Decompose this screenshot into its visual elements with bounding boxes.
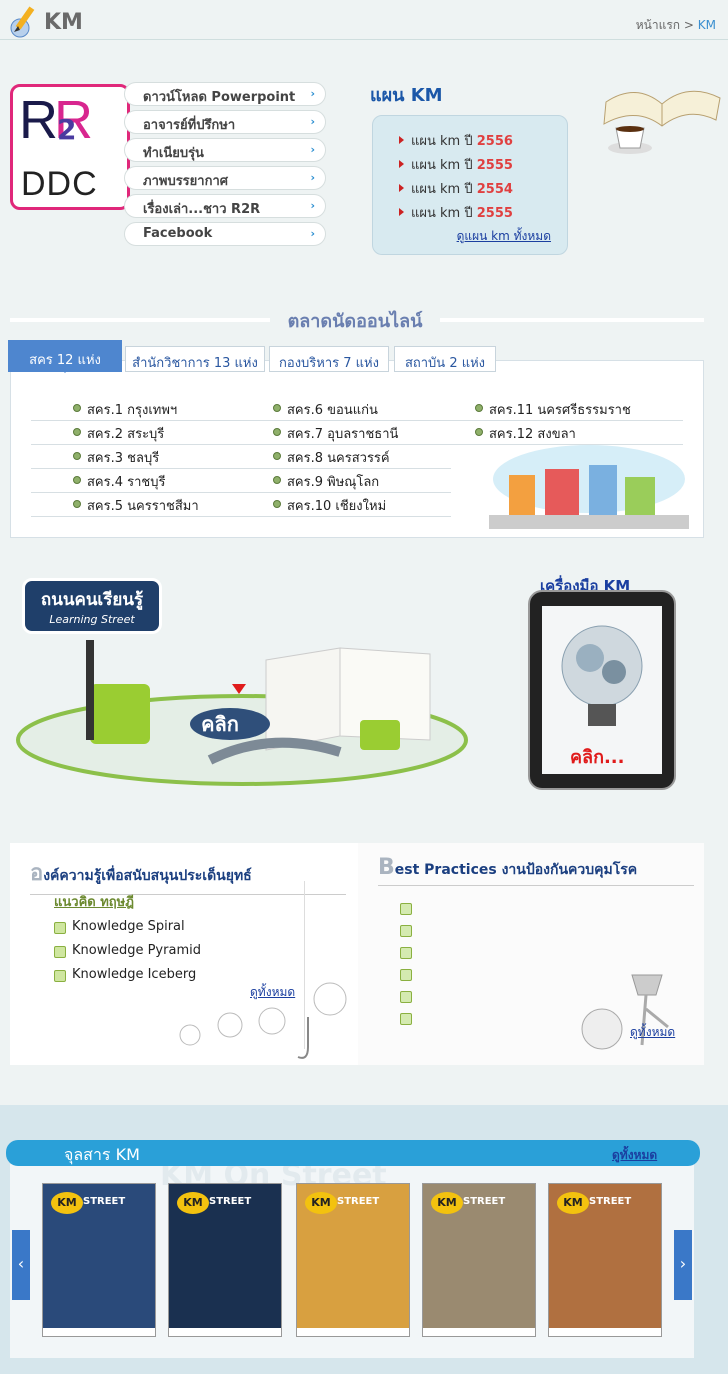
menu-download-powerpoint[interactable]: ดาวน์โหลด Powerpoint › [124,82,326,106]
town-illustration [489,445,689,529]
journal-cover[interactable]: KM STREET [548,1183,662,1337]
menu-facebook[interactable]: Facebook › [124,222,326,246]
list-item[interactable]: Knowledge Spiral [54,919,201,943]
bullet-icon [475,404,483,412]
chevron-left-icon: ‹ [17,1254,25,1273]
list-item[interactable] [400,1009,412,1031]
list-item[interactable]: สคร.6 ขอนแก่น [231,397,451,421]
carousel-prev-button[interactable]: ‹ [12,1230,30,1300]
bullet-icon [73,404,81,412]
down-arrow-icon [232,684,246,701]
bullet-icon [273,404,281,412]
bullet-icon [475,428,483,436]
chevron-right-icon: › [310,171,315,184]
km-tools-click[interactable]: คลิก... [570,742,624,771]
bullet-icon [73,452,81,460]
tab-skr[interactable]: สคร 12 แห่ง [8,340,122,373]
chevron-right-icon: › [679,1254,687,1273]
list-item[interactable]: สคร.10 เชียงใหม่ [231,493,451,517]
knowledge-panel: องค์ความรู้เพื่อสนับสนุนประเด็นยุทธ์ แนว… [10,843,358,1065]
r2r-ddc-logo: RR 2 DDC [10,84,130,210]
carousel-next-button[interactable]: › [674,1230,692,1300]
menu-advisors[interactable]: อาจารย์ที่ปรึกษา › [124,110,326,134]
menu-batch-directory[interactable]: ทำเนียบรุ่น › [124,138,326,162]
tab-admin[interactable]: กองบริหาร 7 แห่ง [269,346,389,372]
chevron-right-icon: › [310,115,315,128]
plan-item[interactable]: แผน km ปี 2554 [397,178,567,202]
chevron-right-icon: › [310,227,315,240]
plan-item[interactable]: แผน km ปี 2555 [397,154,567,178]
lightbulb-hook-icon [179,982,347,1059]
tab-academic[interactable]: สำนักวิชาการ 13 แห่ง [125,346,265,372]
plan-item[interactable]: แผน km ปี 2556 [397,130,567,154]
bullet-icon [73,476,81,484]
market-tab-panel: สคร.1 กรุงเทพฯ สคร.2 สระบุรี สคร.3 ชลบุร… [10,360,704,538]
breadcrumb-current: KM [697,18,716,32]
list-item[interactable]: สคร.8 นครสวรรค์ [231,445,451,469]
best-practices-more-link[interactable]: ดูทั้งหมด [630,1023,675,1042]
plan-title: แผน KM [370,85,443,106]
bullet-icon [273,500,281,508]
list-item[interactable] [400,943,412,965]
journal-all-link[interactable]: ดูทั้งหมด [612,1146,657,1165]
panel-divider [304,881,305,1049]
learning-street-click[interactable]: คลิก [180,700,260,740]
page-title: KM [44,10,83,35]
book-coffee-icon [603,90,721,154]
list-item[interactable]: สคร.4 ราชบุรี [31,469,251,493]
km-tools-tablet[interactable]: คลิก... [528,590,676,790]
market-title: ตลาดนัดออนไลน์ [270,306,440,332]
bullet-icon [273,476,281,484]
list-item[interactable]: สคร.1 กรุงเทพฯ [31,397,251,421]
knowledge-subheading[interactable]: แนวคิด ทฤษฎี [54,891,134,912]
knowledge-title: องค์ความรู้เพื่อสนับสนุนประเด็นยุทธ์ [30,855,346,895]
plan-box: แผน km ปี 2556 แผน km ปี 2555 แผน km ปี … [372,115,568,255]
best-practices-panel: Best Practices งานป้องกันควบคุมโรค ดูทั้… [358,843,704,1065]
breadcrumb-home[interactable]: หน้าแรก [636,18,680,32]
lightbulb-gears-icon [561,625,643,726]
pencil-logo-icon [10,6,35,38]
list-item[interactable] [400,965,412,987]
list-item[interactable] [400,921,412,943]
breadcrumb: หน้าแรก > KM [636,16,716,35]
breadcrumb-sep: > [683,18,694,32]
list-item[interactable]: สคร.7 อุบลราชธานี [231,421,451,445]
header-bar: KM หน้าแรก > KM [0,0,728,40]
bullet-icon [273,452,281,460]
list-item[interactable]: สคร.5 นครราชสีมา [31,493,251,517]
journal-cover[interactable]: KM STREET [296,1183,410,1337]
learning-street-sign[interactable]: ถนนคนเรียนรู้ Learning Street [22,578,162,634]
journal-cover[interactable]: KM STREET [42,1183,156,1337]
journal-cover[interactable]: KM STREET [422,1183,536,1337]
bullet-icon [73,428,81,436]
journal-title: จุลสาร KM [64,1145,140,1164]
list-item[interactable] [400,987,412,1009]
list-item[interactable]: สคร.2 สระบุรี [31,421,251,445]
plan-item[interactable]: แผน km ปี 2555 [397,202,567,226]
r2r-menu: ดาวน์โหลด Powerpoint › อาจารย์ที่ปรึกษา › … [124,82,326,250]
best-practices-title: Best Practices งานป้องกันควบคุมโรค [378,855,694,886]
chevron-right-icon: › [310,87,315,100]
menu-stories[interactable]: เรื่องเล่า...ชาว R2R › [124,194,326,218]
plan-all-link[interactable]: ดูแผน km ทั้งหมด [457,227,551,246]
list-item[interactable] [400,899,412,921]
tab-institute[interactable]: สถาบัน 2 แห่ง [394,346,496,372]
list-item[interactable]: สคร.3 ชลบุรี [31,445,251,469]
list-item[interactable]: Knowledge Pyramid [54,943,201,967]
menu-gallery[interactable]: ภาพบรรยากาศ › [124,166,326,190]
list-item[interactable]: สคร.9 พิษณุโลก [231,469,451,493]
list-item[interactable]: สคร.11 นครศรีธรรมราช [433,397,683,421]
chevron-right-icon: › [310,143,315,156]
chevron-right-icon: › [310,199,315,212]
germ-catcher-icon [581,974,669,1050]
bullet-icon [273,428,281,436]
bullet-icon [73,500,81,508]
journal-cover[interactable]: KM STREET [168,1183,282,1337]
